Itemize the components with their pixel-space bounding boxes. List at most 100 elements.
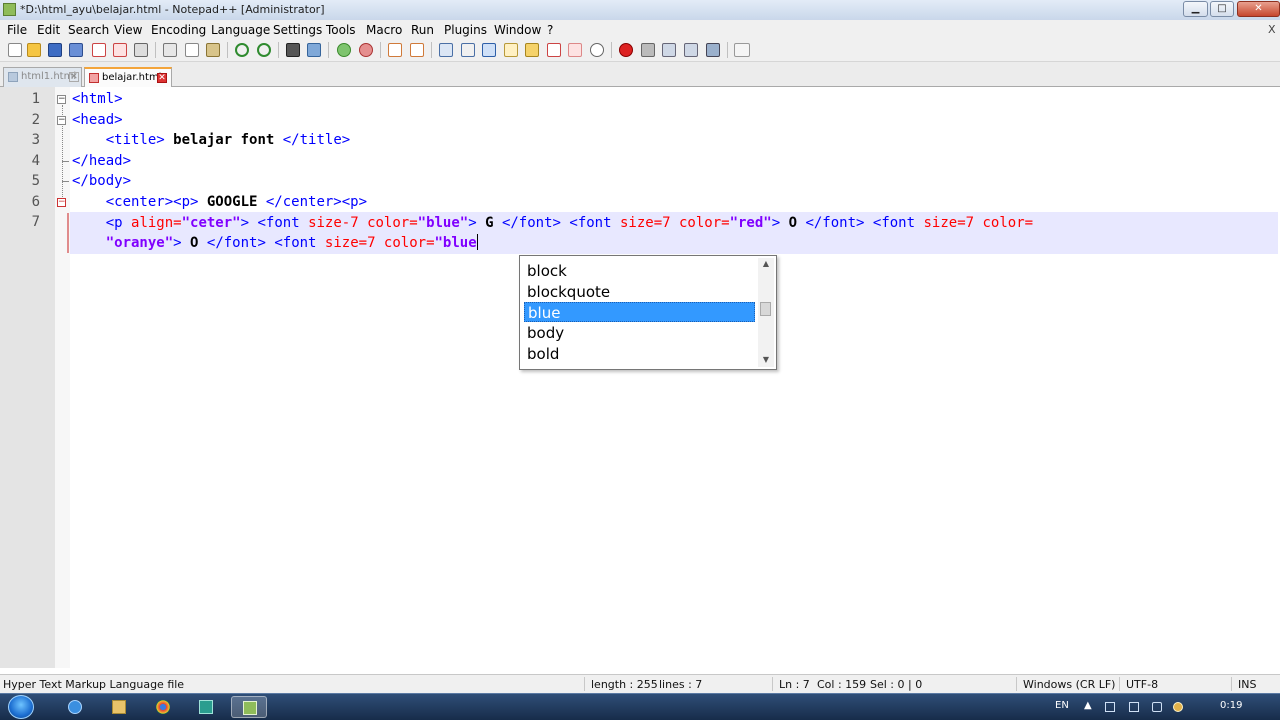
status-divider <box>1016 677 1017 691</box>
tab-close-icon[interactable]: ✕ <box>157 73 167 83</box>
replace-icon[interactable] <box>307 43 321 57</box>
tab-belajar[interactable]: belajar.html ✕ <box>84 67 172 87</box>
toolbar-separator <box>227 42 228 58</box>
folder-as-workspace-icon[interactable] <box>547 43 561 57</box>
fold-toggle-icon[interactable]: − <box>57 198 66 207</box>
taskbar-chrome[interactable] <box>145 696 181 718</box>
language-indicator[interactable]: EN <box>1055 700 1069 711</box>
status-divider <box>584 677 585 691</box>
taskbar-notepadpp[interactable] <box>231 696 267 718</box>
menu-edit[interactable]: Edit <box>37 23 60 37</box>
cut-icon[interactable] <box>163 43 177 57</box>
fold-end-marker <box>62 181 69 182</box>
spell-check-icon[interactable] <box>734 43 750 57</box>
start-button-icon[interactable] <box>8 695 34 719</box>
menu-window[interactable]: Window <box>494 23 541 37</box>
menu-run[interactable]: Run <box>411 23 434 37</box>
save-macro-icon[interactable] <box>706 43 720 57</box>
show-all-chars-icon[interactable] <box>461 43 475 57</box>
toolbar-separator <box>380 42 381 58</box>
maximize-button[interactable]: □ <box>1210 1 1234 17</box>
power-icon[interactable] <box>1173 702 1183 712</box>
status-encoding: UTF-8 <box>1126 678 1159 691</box>
network-icon[interactable] <box>1129 702 1139 712</box>
show-hidden-icons-icon[interactable]: ▲ <box>1084 700 1092 711</box>
doc-map-icon[interactable] <box>504 43 518 57</box>
autocomplete-item[interactable]: blockquote <box>524 282 755 302</box>
zoom-out-icon[interactable] <box>359 43 373 57</box>
taskbar-ie[interactable] <box>57 696 93 718</box>
close-document-x[interactable]: X <box>1268 23 1276 36</box>
code-editor[interactable]: 1 2 3 4 5 6 7 − − − <html> <head> <title… <box>0 87 1280 668</box>
action-center-icon[interactable] <box>1105 702 1115 712</box>
print-icon[interactable] <box>134 43 148 57</box>
folder-icon <box>112 700 126 714</box>
toolbar-separator <box>611 42 612 58</box>
toolbar-separator <box>155 42 156 58</box>
autocomplete-item-selected[interactable]: blue <box>524 302 755 322</box>
fold-end-marker <box>62 161 69 162</box>
run-macro-multiple-icon[interactable] <box>684 43 698 57</box>
autocomplete-scrollbar[interactable]: ▲ ▼ <box>758 258 774 367</box>
scroll-down-icon[interactable]: ▼ <box>758 354 774 366</box>
open-file-icon[interactable] <box>27 43 41 57</box>
find-icon[interactable] <box>286 43 300 57</box>
function-list-icon[interactable] <box>525 43 539 57</box>
redo-icon[interactable] <box>257 43 271 57</box>
clock-time[interactable]: 0:19 <box>1220 700 1242 711</box>
notepadpp-icon <box>243 701 257 715</box>
close-window-button[interactable]: ✕ <box>1237 1 1280 17</box>
menu-plugins[interactable]: Plugins <box>444 23 487 37</box>
stop-macro-icon[interactable] <box>641 43 655 57</box>
menu-help[interactable]: ? <box>547 23 553 37</box>
record-macro-icon[interactable] <box>619 43 633 57</box>
autocomplete-item[interactable]: bold <box>524 344 755 364</box>
volume-icon[interactable] <box>1152 702 1162 712</box>
autocomplete-list[interactable]: block blockquote blue body bold ▲ ▼ <box>519 255 777 370</box>
status-line: Ln : 7 <box>779 678 810 691</box>
menu-settings[interactable]: Settings <box>273 23 322 37</box>
fold-toggle-icon[interactable]: − <box>57 116 66 125</box>
undo-icon[interactable] <box>235 43 249 57</box>
new-file-icon[interactable] <box>8 43 22 57</box>
taskbar-xampp[interactable] <box>188 696 224 718</box>
paste-icon[interactable] <box>206 43 220 57</box>
tab-html1[interactable]: html1.html ✕ <box>3 67 82 87</box>
sync-vertical-icon[interactable] <box>388 43 402 57</box>
menu-encoding[interactable]: Encoding <box>151 23 206 37</box>
autocomplete-item[interactable]: block <box>524 261 755 281</box>
line-number: 2 <box>31 112 40 128</box>
code-line-3: <title> belajar font </title> <box>105 132 351 148</box>
word-wrap-icon[interactable] <box>439 43 453 57</box>
play-macro-icon[interactable] <box>662 43 676 57</box>
menu-file[interactable]: File <box>7 23 27 37</box>
status-file-type: Hyper Text Markup Language file <box>3 678 185 691</box>
xampp-icon <box>199 700 213 714</box>
menu-macro[interactable]: Macro <box>366 23 402 37</box>
monitoring-icon[interactable] <box>568 43 582 57</box>
taskbar-explorer[interactable] <box>101 696 137 718</box>
zoom-in-icon[interactable] <box>337 43 351 57</box>
fold-toggle-icon[interactable]: − <box>57 95 66 104</box>
toolbar-separator <box>727 42 728 58</box>
save-icon[interactable] <box>48 43 62 57</box>
copy-icon[interactable] <box>185 43 199 57</box>
status-divider <box>1231 677 1232 691</box>
saved-file-icon <box>8 72 18 82</box>
scroll-up-icon[interactable]: ▲ <box>758 258 774 270</box>
tab-close-icon[interactable]: ✕ <box>69 72 79 82</box>
scroll-thumb[interactable] <box>760 302 771 316</box>
menu-tools[interactable]: Tools <box>326 23 356 37</box>
save-all-icon[interactable] <box>69 43 83 57</box>
tab-label: html1.html <box>21 71 77 82</box>
sync-horizontal-icon[interactable] <box>410 43 424 57</box>
autocomplete-item[interactable]: body <box>524 323 755 343</box>
menu-search[interactable]: Search <box>68 23 109 37</box>
menu-view[interactable]: View <box>114 23 142 37</box>
close-all-icon[interactable] <box>113 43 127 57</box>
eye-icon[interactable] <box>590 43 604 57</box>
menu-language[interactable]: Language <box>211 23 270 37</box>
indent-guide-icon[interactable] <box>482 43 496 57</box>
minimize-button[interactable]: ▁ <box>1183 1 1208 17</box>
close-icon[interactable] <box>92 43 106 57</box>
